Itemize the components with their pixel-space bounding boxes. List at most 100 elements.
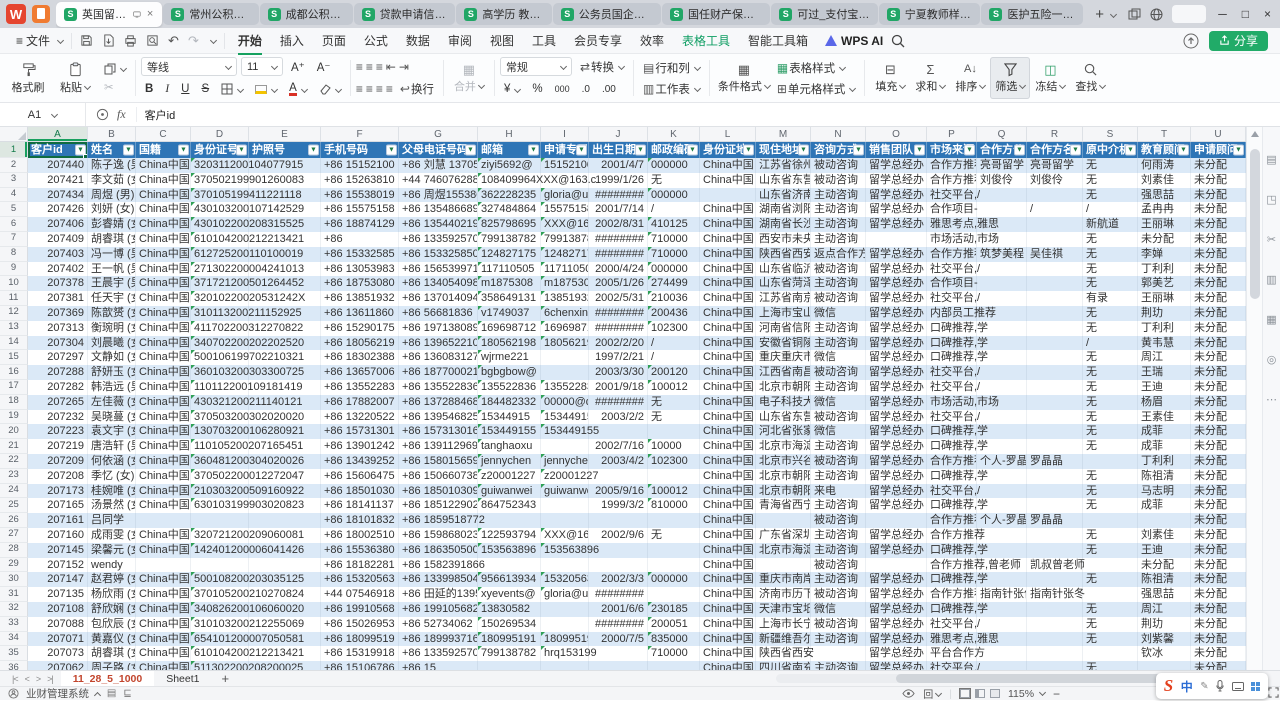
cell-E6[interactable] bbox=[249, 217, 321, 232]
cell-T5[interactable]: 孟冉冉 bbox=[1138, 202, 1191, 217]
cell-G29[interactable]: +86 1582391866 bbox=[399, 558, 478, 573]
column-header-Q[interactable]: Q bbox=[977, 127, 1027, 141]
cell-H10[interactable]: m1875308 bbox=[478, 276, 541, 291]
cell-P26[interactable]: 合作方推荐 bbox=[927, 513, 977, 528]
cell-L23[interactable]: China中国 bbox=[700, 469, 756, 484]
cell-U26[interactable]: 未分配 bbox=[1191, 513, 1246, 528]
search-icon[interactable] bbox=[891, 34, 905, 48]
cell-U29[interactable]: 未分配 bbox=[1191, 558, 1246, 573]
cell-D10[interactable]: 371721200501264452 bbox=[191, 276, 249, 291]
cell-O17[interactable]: 留学总经办 bbox=[866, 380, 927, 395]
cell-P22[interactable]: 合作方推荐 bbox=[927, 454, 977, 469]
cell-H36[interactable] bbox=[478, 661, 541, 670]
conditional-format-button[interactable]: ▦条件格式 bbox=[715, 57, 773, 99]
cell-R21[interactable] bbox=[1027, 439, 1083, 454]
fill-button[interactable]: ⊟填充 bbox=[870, 57, 910, 99]
ime-grid-icon[interactable] bbox=[1251, 682, 1260, 691]
prev-sheet-icon[interactable]: < bbox=[25, 674, 29, 684]
cell-T29[interactable]: 未分配 bbox=[1138, 558, 1191, 573]
cell-J10[interactable]: 2005/1/26 bbox=[589, 276, 648, 291]
cell-H30[interactable]: 956613934 bbox=[478, 572, 541, 587]
row-header-4[interactable]: 4 bbox=[0, 188, 28, 203]
cell-G15[interactable]: +86 1360831276 bbox=[399, 350, 478, 365]
cell-D6[interactable]: 430102200208315525 bbox=[191, 217, 249, 232]
cell-F12[interactable]: +86 13611860 bbox=[321, 306, 399, 321]
cell-F25[interactable]: +86 18141137 bbox=[321, 498, 399, 513]
cell-L16[interactable]: China中国 bbox=[700, 365, 756, 380]
cell-I27[interactable]: XXX@163. bbox=[541, 528, 589, 543]
cell-J32[interactable]: 2001/6/6 bbox=[589, 602, 648, 617]
cell-O6[interactable]: 留学总经办 bbox=[866, 217, 927, 232]
header-cell-C[interactable]: 国籍▼ bbox=[136, 142, 191, 158]
cell-M23[interactable]: 北京市朝阳 bbox=[756, 469, 811, 484]
cell-F22[interactable]: +86 13439252 bbox=[321, 454, 399, 469]
cell-D29[interactable] bbox=[191, 558, 249, 573]
cell-U11[interactable]: 未分配 bbox=[1191, 291, 1246, 306]
cell-J35[interactable] bbox=[589, 646, 648, 661]
cell-J20[interactable] bbox=[589, 424, 648, 439]
filter-dropdown-button[interactable]: ▼ bbox=[1014, 145, 1025, 156]
cell-E18[interactable] bbox=[249, 395, 321, 410]
cell-B3[interactable]: 李文茹 (女 bbox=[88, 173, 136, 188]
cell-H34[interactable]: 180995191 bbox=[478, 632, 541, 647]
cell-T17[interactable]: 王迪 bbox=[1138, 380, 1191, 395]
filter-dropdown-button[interactable]: ▼ bbox=[1178, 145, 1189, 156]
font-color-button[interactable]: A bbox=[285, 82, 311, 97]
cell-U17[interactable]: 未分配 bbox=[1191, 380, 1246, 395]
cell-T25[interactable]: 成菲 bbox=[1138, 498, 1191, 513]
cell-T19[interactable]: 王素佳 bbox=[1138, 410, 1191, 425]
cell-E23[interactable] bbox=[249, 469, 321, 484]
cell-T7[interactable]: 未分配 bbox=[1138, 232, 1191, 247]
column-header-B[interactable]: B bbox=[88, 127, 136, 141]
header-cell-F[interactable]: 手机号码▼ bbox=[321, 142, 399, 158]
cell-Q3[interactable]: 刘俊伶 bbox=[977, 173, 1027, 188]
cell-E22[interactable] bbox=[249, 454, 321, 469]
cell-S17[interactable]: 无 bbox=[1083, 380, 1138, 395]
cell-N17[interactable]: 主动咨询 bbox=[811, 380, 866, 395]
cell-T2[interactable]: 何雨涛 bbox=[1138, 158, 1191, 173]
wrap-text-button[interactable]: ↩换行 bbox=[396, 80, 438, 98]
cell-D35[interactable]: 610104200212213421 bbox=[191, 646, 249, 661]
cell-M30[interactable]: 重庆市南岸 bbox=[756, 572, 811, 587]
cell-T11[interactable]: 王丽琳 bbox=[1138, 291, 1191, 306]
cell-A20[interactable]: 207223 bbox=[28, 424, 88, 439]
cell-P15[interactable]: 口碑推荐,学 bbox=[927, 350, 977, 365]
cell-C30[interactable]: China中国 bbox=[136, 572, 191, 587]
close-button[interactable]: × bbox=[1261, 7, 1274, 21]
cell-A9[interactable]: 207402 bbox=[28, 262, 88, 277]
thousand-separator-button[interactable]: 000 bbox=[551, 83, 574, 95]
cell-K9[interactable]: 000000 bbox=[648, 262, 700, 277]
cell-M5[interactable]: 湖南省浏阳 bbox=[756, 202, 811, 217]
cell-L9[interactable]: China中国 bbox=[700, 262, 756, 277]
page-layout-view-icon[interactable] bbox=[975, 689, 985, 698]
cell-D18[interactable]: 430321200211140121 bbox=[191, 395, 249, 410]
cell-S30[interactable]: 无 bbox=[1083, 572, 1138, 587]
cell-I34[interactable]: 180995191 bbox=[541, 632, 589, 647]
cell-G19[interactable]: +86 1395468251 bbox=[399, 410, 478, 425]
row-header-33[interactable]: 33 bbox=[0, 617, 28, 632]
cell-A31[interactable]: 207135 bbox=[28, 587, 88, 602]
cell-E15[interactable] bbox=[249, 350, 321, 365]
cell-E4[interactable] bbox=[249, 188, 321, 203]
cell-A22[interactable]: 207209 bbox=[28, 454, 88, 469]
cell-M27[interactable]: 广东省深圳 bbox=[756, 528, 811, 543]
percent-button[interactable]: % bbox=[528, 82, 546, 96]
header-cell-I[interactable]: 申请专用▼ bbox=[541, 142, 589, 158]
cell-U12[interactable]: 未分配 bbox=[1191, 306, 1246, 321]
select-all-corner[interactable] bbox=[0, 127, 28, 141]
cell-G30[interactable]: +86 1339985047 bbox=[399, 572, 478, 587]
document-tab[interactable]: S英国留学生...× bbox=[56, 2, 162, 27]
cell-K5[interactable]: / bbox=[648, 202, 700, 217]
cell-P18[interactable]: 市场活动,市场 bbox=[927, 395, 977, 410]
header-cell-R[interactable]: 合作方名▼ bbox=[1027, 142, 1083, 158]
cell-A14[interactable]: 207304 bbox=[28, 336, 88, 351]
header-cell-E[interactable]: 护照号▼ bbox=[249, 142, 321, 158]
cell-B2[interactable]: 陈子逸 (男 bbox=[88, 158, 136, 173]
row-header-12[interactable]: 12 bbox=[0, 306, 28, 321]
cell-T35[interactable]: 钦冰 bbox=[1138, 646, 1191, 661]
cell-B21[interactable]: 唐浩轩 (男 bbox=[88, 439, 136, 454]
cell-I4[interactable]: gloria@uk bbox=[541, 188, 589, 203]
cell-E20[interactable] bbox=[249, 424, 321, 439]
cell-O23[interactable]: 留学总经办 bbox=[866, 469, 927, 484]
cell-R2[interactable]: 亮哥留学 bbox=[1027, 158, 1083, 173]
